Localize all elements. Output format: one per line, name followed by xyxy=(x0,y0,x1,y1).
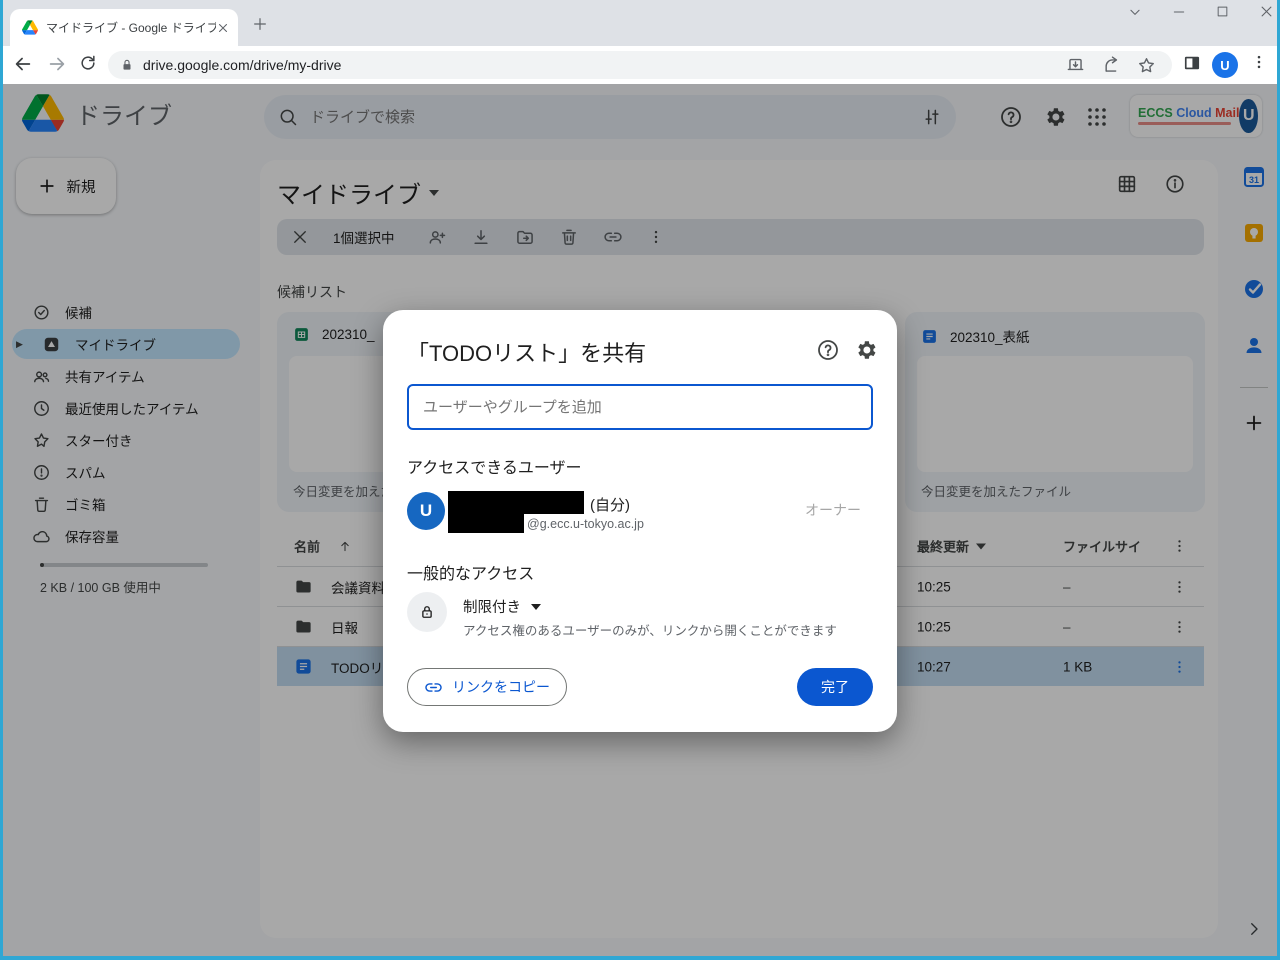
screenshare-edge-bottom xyxy=(0,956,1280,960)
secure-lock-icon[interactable] xyxy=(120,58,134,72)
tab-title: マイドライブ - Google ドライブ xyxy=(46,21,216,35)
url-text[interactable]: drive.google.com/drive/my-drive xyxy=(143,57,1057,73)
browser-tabstrip: マイドライブ - Google ドライブ xyxy=(0,0,1280,46)
general-access-dropdown[interactable]: 制限付き xyxy=(463,596,541,617)
browser-profile-avatar[interactable]: U xyxy=(1212,52,1238,78)
side-panel-icon[interactable] xyxy=(1182,53,1202,73)
new-tab-button[interactable] xyxy=(252,16,268,32)
owner-email-domain: @g.ecc.u-tokyo.ac.jp xyxy=(527,517,644,531)
owner-avatar: U xyxy=(407,492,445,530)
copy-link-button[interactable]: リンクをコピー xyxy=(407,668,567,706)
browser-menu-kebab-icon[interactable] xyxy=(1250,53,1268,71)
share-dialog: 「TODOリスト」を共有 アクセスできるユーザー U (自分) @g.ecc.u… xyxy=(383,310,897,732)
screen: マイドライブ - Google ドライブ drive.google.com/dr… xyxy=(0,0,1280,960)
share-settings-gear-icon[interactable] xyxy=(854,338,878,362)
screenshare-edge-left xyxy=(0,0,3,960)
reload-icon[interactable] xyxy=(78,53,98,73)
access-users-label: アクセスできるユーザー xyxy=(407,460,582,477)
restricted-lock-icon[interactable] xyxy=(407,592,447,632)
share-dialog-title: 「TODOリスト」を共有 xyxy=(407,341,647,366)
browser-tab[interactable]: マイドライブ - Google ドライブ xyxy=(10,9,238,46)
general-access-description: アクセス権のあるユーザーのみが、リンクから開くことができます xyxy=(463,624,837,638)
done-button[interactable]: 完了 xyxy=(797,668,873,706)
forward-icon[interactable] xyxy=(46,53,68,75)
share-icon[interactable] xyxy=(1103,55,1122,75)
address-bar[interactable]: drive.google.com/drive/my-drive xyxy=(108,51,1172,79)
add-people-input[interactable] xyxy=(407,384,873,430)
window-minimize-icon[interactable] xyxy=(1172,5,1186,19)
back-icon[interactable] xyxy=(12,53,34,75)
drive-favicon-icon xyxy=(22,20,38,35)
tab-close-icon[interactable] xyxy=(216,21,230,35)
bookmark-star-icon[interactable] xyxy=(1137,56,1156,75)
install-icon[interactable] xyxy=(1066,56,1085,75)
dropdown-caret-icon xyxy=(531,603,541,610)
window-close-icon[interactable] xyxy=(1259,4,1274,19)
tab-search-icon[interactable] xyxy=(1128,5,1142,19)
owner-email-redacted xyxy=(448,514,524,533)
general-access-label: 一般的なアクセス xyxy=(407,566,535,583)
owner-self-suffix: (自分) xyxy=(590,497,630,514)
window-maximize-icon[interactable] xyxy=(1216,5,1229,18)
share-help-icon[interactable] xyxy=(816,338,840,362)
browser-toolbar: drive.google.com/drive/my-drive U xyxy=(0,46,1280,84)
owner-role[interactable]: オーナー xyxy=(805,500,861,520)
owner-name-redacted xyxy=(448,491,584,514)
